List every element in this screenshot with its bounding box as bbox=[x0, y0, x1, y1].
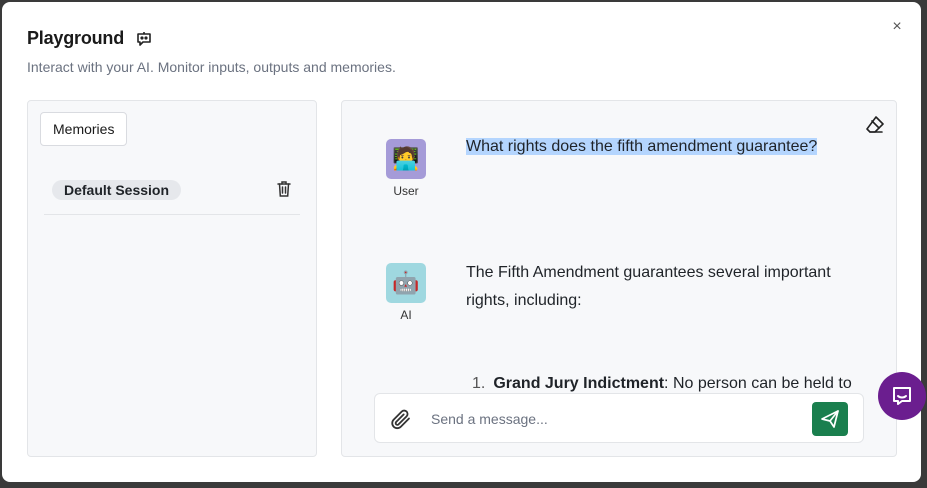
paperclip-icon[interactable] bbox=[389, 407, 413, 431]
ai-message-line: The Fifth Amendment guarantees several i… bbox=[466, 264, 831, 281]
page-title: Playground bbox=[27, 28, 125, 48]
playground-dialog: × Playground Interact with your AI. Moni… bbox=[2, 2, 921, 482]
ai-role-label: AI bbox=[400, 308, 412, 322]
chat-bubble-icon bbox=[893, 387, 911, 405]
send-icon bbox=[821, 410, 839, 428]
message-input[interactable] bbox=[431, 406, 801, 432]
user-message: What rights does the fifth amendment gua… bbox=[466, 133, 818, 161]
ai-avatar: 🤖 bbox=[386, 263, 426, 303]
user-message-text: What rights does the fifth amendment gua… bbox=[466, 138, 818, 155]
user-avatar: 🧑‍💻 bbox=[386, 139, 426, 179]
title-row: Playground bbox=[27, 28, 154, 49]
ai-message: The Fifth Amendment guarantees several i… bbox=[466, 259, 831, 315]
list-item-bold: Grand Jury Indictment bbox=[493, 375, 665, 392]
eraser-icon[interactable] bbox=[864, 115, 886, 135]
chat-panel: 🧑‍💻 User What rights does the fifth amen… bbox=[341, 100, 897, 457]
session-label[interactable]: Default Session bbox=[52, 180, 182, 200]
session-item[interactable]: Default Session bbox=[44, 171, 300, 215]
memories-panel: Memories Default Session bbox=[27, 100, 317, 457]
bot-message-icon bbox=[134, 29, 154, 49]
list-item-text: : No person can be held to bbox=[664, 375, 852, 392]
list-number: 1. bbox=[472, 375, 486, 392]
message-composer bbox=[374, 393, 864, 443]
list-item: 1. Grand Jury Indictment: No person can b… bbox=[472, 375, 852, 393]
trash-icon[interactable] bbox=[276, 180, 292, 198]
close-icon[interactable]: × bbox=[888, 18, 906, 36]
user-role-label: User bbox=[393, 184, 419, 198]
page-subtitle: Interact with your AI. Monitor inputs, o… bbox=[27, 59, 396, 75]
chat-launcher-button[interactable] bbox=[878, 372, 926, 420]
memories-button[interactable]: Memories bbox=[40, 112, 128, 146]
ai-message-line: rights, including: bbox=[466, 292, 582, 309]
send-button[interactable] bbox=[812, 402, 848, 436]
